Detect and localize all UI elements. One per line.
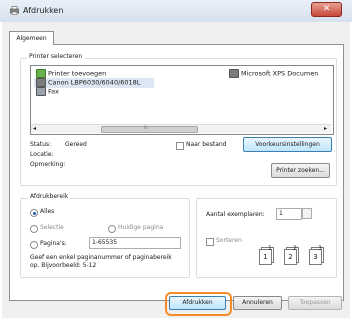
print-to-file-checkbox[interactable] [176,142,184,150]
collate-page-1-back: 1 [268,245,272,252]
copies-input[interactable]: 1 [276,208,302,220]
print-to-file-label: Naar bestand [186,141,227,148]
printer-icon [10,6,19,15]
cancel-button[interactable]: Annuleren [233,296,282,310]
preferences-button[interactable]: Voorkeursinstellingen [243,137,332,152]
copies-label: Aantal exemplaren: [206,211,265,218]
add-printer-icon [36,69,46,78]
pages-input[interactable]: 1-65535 [89,237,181,249]
range-current-page-radio[interactable] [108,225,116,233]
range-selection-radio[interactable] [30,225,38,233]
collate-label: Sorteren [216,237,242,244]
location-label: Locatie: [30,151,54,158]
printer-group-legend: Printer selecteren [27,53,85,61]
range-selection-label: Selectie [40,224,64,231]
range-all-radio[interactable] [30,209,38,217]
status-value: Gereed [65,141,87,148]
range-current-page-label: Huidige pagina [118,224,164,231]
range-all-label: Alles [40,208,55,215]
page-range-hint: Geef een enkel paginanummer of paginaber… [30,254,172,269]
status-label: Status: [30,141,52,148]
find-printer-button[interactable]: Printer zoeken... [271,163,330,178]
range-pages-radio[interactable] [30,241,38,249]
close-button[interactable]: ✕ [311,2,342,17]
fax-icon [36,87,46,96]
collate-page-3-back: 3 [318,245,322,252]
tab-general[interactable]: Algemeen [9,31,54,45]
horizontal-scrollbar[interactable]: ◂ III ▸ [31,124,331,133]
comment-label: Opmerking: [30,161,66,168]
apply-button[interactable]: Toepassen [288,296,342,310]
printer-icon [229,69,239,78]
scroll-grip-icon: III [144,125,148,130]
printer-item-fax[interactable]: Fax [36,87,59,97]
printer-item-xps[interactable]: Microsoft XPS Documen [229,69,318,79]
collate-checkbox[interactable] [206,238,214,246]
scroll-left-icon[interactable]: ◂ [33,125,36,132]
page-range-legend: Afdrukbereik [28,193,71,201]
scroll-right-icon[interactable]: ▸ [324,125,327,132]
collate-page-2-back: 2 [293,245,297,252]
print-button-highlight [165,292,232,316]
scroll-thumb[interactable]: III [101,125,198,133]
close-icon: ✕ [322,4,331,14]
copies-spinner[interactable] [302,208,312,219]
range-pages-label: Pagina's: [40,240,67,247]
printer-icon [36,78,46,87]
window-title: Afdrukken [23,6,64,15]
